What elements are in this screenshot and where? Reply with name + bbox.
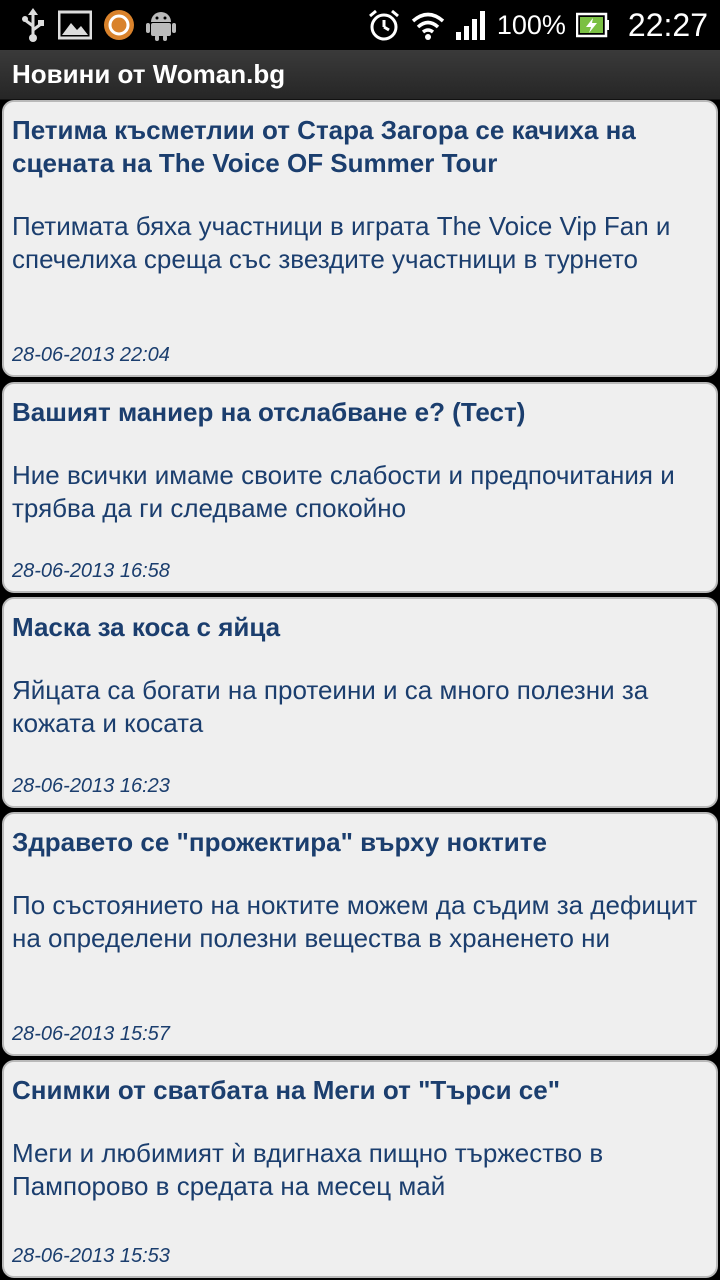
news-title: Снимки от сватбата на Меги от "Търси се" bbox=[12, 1075, 561, 1105]
news-item[interactable]: Петима късметлии от Стара Загора се качи… bbox=[2, 100, 718, 377]
gallery-icon bbox=[58, 10, 92, 40]
news-summary: По състоянието на ноктите можем да съдим… bbox=[12, 890, 698, 953]
news-summary: Петимата бяха участници в играта The Voi… bbox=[12, 211, 671, 274]
battery-icon bbox=[575, 12, 610, 38]
news-item[interactable]: Маска за коса с яйца Яйцата са богати на… bbox=[2, 597, 718, 808]
signal-icon bbox=[455, 10, 487, 40]
app-title-bar: Новини от Woman.bg bbox=[0, 50, 720, 100]
news-item[interactable]: Вашият маниер на отслабване е? (Тест) Ни… bbox=[2, 382, 718, 593]
clock: 22:27 bbox=[627, 6, 708, 43]
app-title: Новини от Woman.bg bbox=[12, 59, 286, 89]
battery-percent: 100% bbox=[496, 9, 566, 40]
news-item[interactable]: Здравето се "прожектира" върху ноктите П… bbox=[2, 812, 718, 1056]
android-icon bbox=[146, 8, 176, 42]
status-bar: 100% 22:27 bbox=[0, 0, 720, 50]
news-title: Здравето се "прожектира" върху ноктите bbox=[12, 827, 547, 857]
news-summary: Ние всички имаме своите слабости и предп… bbox=[12, 460, 675, 523]
news-summary: Яйцата са богати на протеини и са много … bbox=[12, 675, 649, 738]
news-date: 28-06-2013 16:58 bbox=[12, 560, 170, 582]
news-summary: Меги и любимият ѝ вдигнаха пищно тържест… bbox=[12, 1138, 604, 1201]
news-date: 28-06-2013 15:57 bbox=[12, 1023, 170, 1045]
usb-icon bbox=[18, 8, 48, 42]
alarm-icon bbox=[367, 8, 401, 42]
system-indicators: 100% 22:27 bbox=[367, 0, 720, 50]
news-title: Маска за коса с яйца bbox=[12, 612, 281, 642]
app-circle-icon bbox=[102, 8, 136, 42]
wifi-icon bbox=[411, 10, 445, 40]
news-date: 28-06-2013 15:53 bbox=[12, 1245, 170, 1267]
news-title: Вашият маниер на отслабване е? (Тест) bbox=[12, 397, 526, 427]
news-date: 28-06-2013 22:04 bbox=[12, 344, 170, 366]
news-date: 28-06-2013 16:23 bbox=[12, 775, 170, 797]
news-list[interactable]: Петима късметлии от Стара Загора се качи… bbox=[0, 100, 720, 1280]
news-item[interactable]: Снимки от сватбата на Меги от "Търси се"… bbox=[2, 1060, 718, 1278]
news-title: Петима късметлии от Стара Загора се качи… bbox=[12, 115, 636, 178]
notification-icons bbox=[0, 0, 176, 50]
